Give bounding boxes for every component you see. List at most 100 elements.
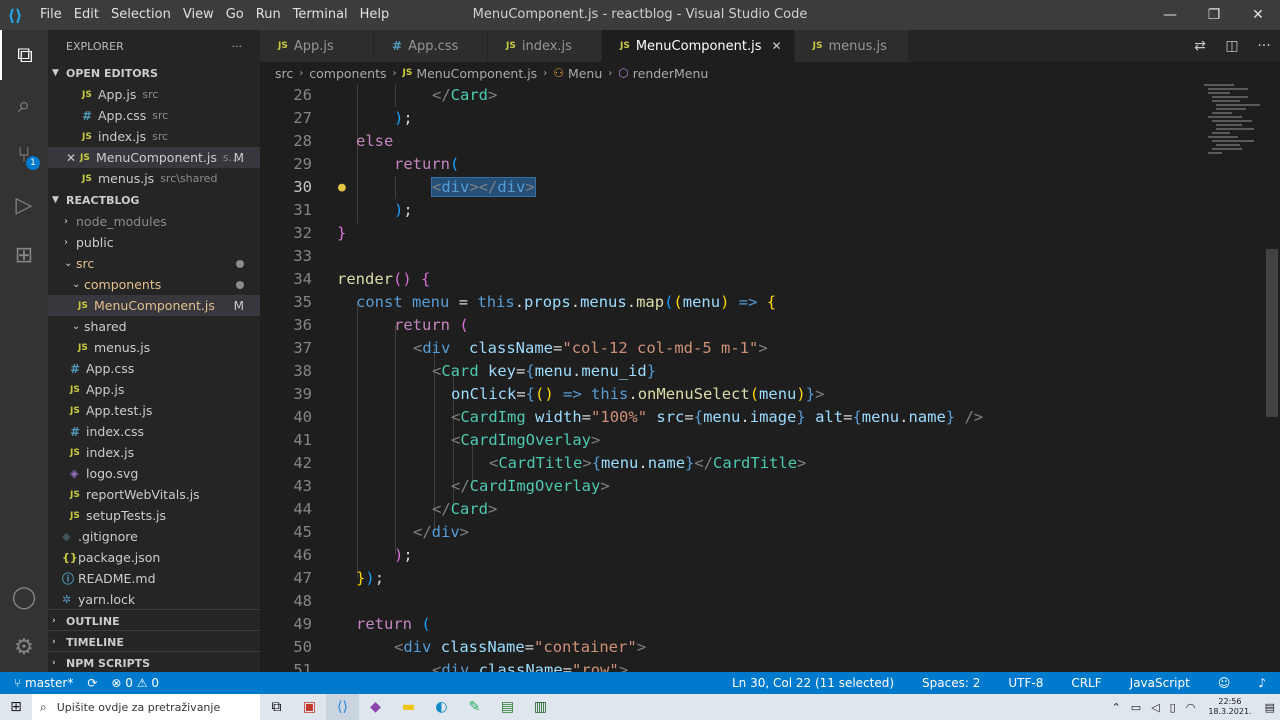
tree-file[interactable]: ◈ logo.svg xyxy=(48,463,260,484)
app-icon[interactable]: ◆ xyxy=(359,694,392,720)
notifications-bell-icon[interactable]: ♪ xyxy=(1244,676,1280,690)
volume-icon[interactable]: ◁ xyxy=(1146,701,1164,714)
branch-item[interactable]: ⑂ master* xyxy=(0,676,80,690)
tree-file[interactable]: JS App.js xyxy=(48,379,260,400)
tree-file-selected[interactable]: JS MenuComponent.js M xyxy=(48,295,260,316)
menu-terminal[interactable]: Terminal xyxy=(287,0,354,30)
open-editor-item-active[interactable]: ✕ JS MenuComponent.js s... M xyxy=(48,147,260,168)
minimize-icon[interactable]: — xyxy=(1148,0,1192,30)
tree-file[interactable]: ⓘ README.md xyxy=(48,568,260,589)
run-debug-icon[interactable]: ▷ xyxy=(0,180,48,230)
npm-scripts-section[interactable]: › NPM SCRIPTS xyxy=(48,651,260,672)
sync-icon[interactable]: ⟳ xyxy=(80,676,104,690)
tree-file[interactable]: JS setupTests.js xyxy=(48,505,260,526)
open-editor-path: src xyxy=(152,130,169,143)
menu-selection[interactable]: Selection xyxy=(105,0,177,30)
wifi-icon[interactable]: ◠ xyxy=(1181,701,1201,714)
menu-view[interactable]: View xyxy=(177,0,220,30)
tab-app-js[interactable]: JS App.js xyxy=(260,30,374,62)
timeline-section[interactable]: › TIMELINE xyxy=(48,630,260,653)
tab-index-js[interactable]: JS index.js xyxy=(488,30,602,62)
search-icon[interactable]: ⌕ xyxy=(0,80,48,130)
cursor-position[interactable]: Ln 30, Col 22 (11 selected) xyxy=(718,676,908,690)
lightbulb-icon[interactable]: ● xyxy=(338,176,346,199)
tab-menus-js[interactable]: JS menus.js xyxy=(794,30,909,62)
more-actions-icon[interactable]: ··· xyxy=(232,40,243,53)
open-editor-item[interactable]: # App.css src xyxy=(48,105,260,126)
breadcrumb-item[interactable]: Menu xyxy=(568,66,602,81)
menu-help[interactable]: Help xyxy=(354,0,396,30)
open-editor-item[interactable]: JS App.js src xyxy=(48,84,260,105)
more-actions-icon[interactable]: ··· xyxy=(1248,38,1280,54)
windows-start-icon[interactable]: ⊞ xyxy=(0,694,32,720)
notification-center-icon[interactable]: ▤ xyxy=(1260,701,1280,714)
language-mode[interactable]: JavaScript xyxy=(1116,676,1204,690)
tree-file[interactable]: {} package.json xyxy=(48,547,260,568)
minimap[interactable] xyxy=(1200,84,1268,672)
tab-app-css[interactable]: # App.css xyxy=(374,30,488,62)
taskbar-search[interactable]: ⌕ Upišite ovdje za pretraživanje xyxy=(32,694,260,720)
vscode-taskbar-icon[interactable]: ⟨⟩ xyxy=(326,694,359,720)
tree-folder[interactable]: ⌄ src xyxy=(48,253,260,274)
manage-gear-icon[interactable]: ⚙ xyxy=(0,622,48,672)
tree-folder[interactable]: ⌄ components xyxy=(48,274,260,295)
tree-file[interactable]: ◆ .gitignore xyxy=(48,526,260,547)
clock[interactable]: 22:56 18.3.2021. xyxy=(1200,697,1259,717)
feedback-icon[interactable]: ☺ xyxy=(1204,676,1245,690)
class-icon: ⚇ xyxy=(553,66,564,80)
menu-run[interactable]: Run xyxy=(250,0,287,30)
breadcrumb-item[interactable]: components xyxy=(309,66,386,81)
menu-file[interactable]: File xyxy=(34,0,68,30)
tree-folder[interactable]: › public xyxy=(48,232,260,253)
menu-go[interactable]: Go xyxy=(220,0,250,30)
explorer-header: EXPLORER ··· xyxy=(48,30,260,62)
breadcrumb-item[interactable]: MenuComponent.js xyxy=(416,66,537,81)
open-editors-section[interactable]: ▼ OPEN EDITORS xyxy=(48,62,260,84)
open-editor-item[interactable]: JS index.js src xyxy=(48,126,260,147)
outline-section[interactable]: › OUTLINE xyxy=(48,609,260,632)
close-editor-icon[interactable]: ✕ xyxy=(66,151,80,165)
network-icon[interactable]: ▭ xyxy=(1126,701,1146,714)
problems-item[interactable]: ⊗ 0 ⚠ 0 xyxy=(104,676,166,690)
js-file-icon: JS xyxy=(82,89,92,100)
open-changes-icon[interactable]: ⇄ xyxy=(1184,38,1216,54)
end-of-line[interactable]: CRLF xyxy=(1057,676,1115,690)
tree-folder[interactable]: ⌄ shared xyxy=(48,316,260,337)
battery-icon[interactable]: ▯ xyxy=(1165,701,1181,714)
menu-edit[interactable]: Edit xyxy=(68,0,105,30)
line-number: 51 xyxy=(293,661,312,672)
close-tab-icon[interactable]: ✕ xyxy=(772,39,782,53)
code-editor[interactable]: 26 </Card> 27); 28 else 29 return( 30 ● <div>… xyxy=(260,84,1280,672)
breadcrumb-item[interactable]: renderMenu xyxy=(633,66,709,81)
restore-icon[interactable]: ❐ xyxy=(1192,0,1236,30)
tree-file[interactable]: ✲ yarn.lock xyxy=(48,589,260,610)
app-icon[interactable]: ✎ xyxy=(458,694,491,720)
tab-menucomponent-js[interactable]: JS MenuComponent.js ✕ xyxy=(602,30,795,62)
edge-browser-icon[interactable]: ◐ xyxy=(425,694,458,720)
encoding[interactable]: UTF-8 xyxy=(994,676,1057,690)
project-section[interactable]: ▼ REACTBLOG xyxy=(48,189,260,211)
tray-chevron-up-icon[interactable]: ⌃ xyxy=(1107,701,1126,714)
explorer-icon[interactable]: ⧉ xyxy=(0,30,48,80)
app-icon[interactable]: ▥ xyxy=(524,694,557,720)
split-editor-icon[interactable]: ◫ xyxy=(1216,38,1248,54)
tree-folder[interactable]: › node_modules xyxy=(48,211,260,232)
tree-file[interactable]: JS App.test.js xyxy=(48,400,260,421)
open-editor-item[interactable]: JS menus.js src\shared xyxy=(48,168,260,189)
vertical-scrollbar[interactable] xyxy=(1266,249,1278,417)
tree-file[interactable]: # index.css xyxy=(48,421,260,442)
breadcrumb-item[interactable]: src xyxy=(275,66,293,81)
source-control-icon[interactable]: ⑂ 1 xyxy=(0,130,48,180)
tree-file[interactable]: JS reportWebVitals.js xyxy=(48,484,260,505)
accounts-icon[interactable]: ◯ xyxy=(0,572,48,622)
tree-file[interactable]: JS menus.js xyxy=(48,337,260,358)
task-view-icon[interactable]: ⧉ xyxy=(260,694,293,720)
app-icon[interactable]: ▣ xyxy=(293,694,326,720)
indentation[interactable]: Spaces: 2 xyxy=(908,676,994,690)
tree-file[interactable]: # App.css xyxy=(48,358,260,379)
close-window-icon[interactable]: ✕ xyxy=(1236,0,1280,30)
file-explorer-icon[interactable]: ▬ xyxy=(392,694,425,720)
app-icon[interactable]: ▤ xyxy=(491,694,524,720)
extensions-icon[interactable]: ⊞ xyxy=(0,230,48,280)
tree-file[interactable]: JS index.js xyxy=(48,442,260,463)
